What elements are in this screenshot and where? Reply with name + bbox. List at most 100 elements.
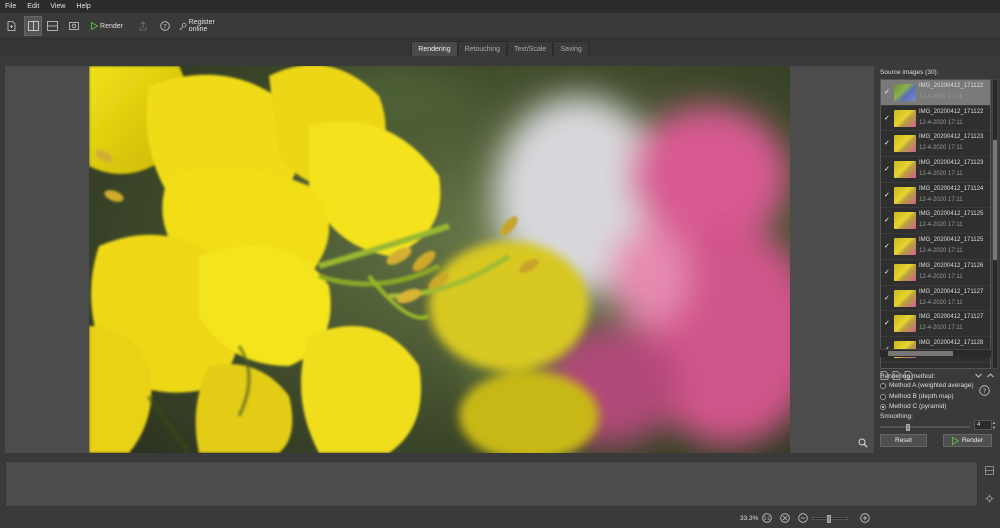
image-icon (69, 22, 79, 30)
register-online-button[interactable]: Register online (179, 16, 229, 36)
source-image-name: IMG_20200412_171126 (919, 262, 984, 269)
source-image-date: 12-4-2020 17:11 (919, 171, 963, 178)
smoothing-slider-handle[interactable] (905, 424, 910, 431)
smoothing-slider-track[interactable] (880, 426, 970, 428)
source-image-item[interactable]: ✓ IMG_20200412_171127 12-4-2020 17:11 (881, 311, 990, 337)
register-online-label: Register online (188, 19, 215, 33)
source-image-thumbnail (894, 289, 916, 307)
source-image-name: IMG_20200412_171127 (919, 314, 984, 321)
source-image-name: IMG_20200412_171124 (919, 185, 984, 192)
panel-settings-icon[interactable] (985, 494, 994, 503)
method-a-radio[interactable]: Method A (weighted average) (880, 381, 974, 390)
zoom-slider-handle[interactable] (827, 515, 832, 523)
stacked-view-button[interactable] (44, 16, 60, 36)
source-image-thumbnail (894, 84, 916, 101)
method-a-radio-circle[interactable] (880, 382, 886, 389)
source-image-date: 12-4-2020 17:11 (919, 248, 963, 255)
zoom-fit-icon[interactable] (780, 513, 790, 523)
source-image-checkbox[interactable]: ✓ (884, 320, 891, 327)
source-images-title: Source images (30): (880, 69, 939, 76)
source-image-checkbox[interactable]: ✓ (884, 243, 891, 250)
source-image-checkbox[interactable]: ✓ (884, 89, 891, 96)
source-list-horizontal-scrollbar[interactable] (880, 349, 991, 357)
panel-layout-icon[interactable] (985, 466, 994, 475)
method-c-radio-circle[interactable] (880, 403, 886, 410)
image-viewer[interactable] (5, 66, 874, 453)
reset-button[interactable]: Reset (880, 434, 927, 447)
source-image-checkbox[interactable]: ✓ (884, 217, 891, 224)
zoom-slider[interactable] (812, 515, 848, 523)
source-image-item[interactable]: ✓ IMG_20200412_171123 12-4-2020 17:11 (881, 157, 990, 183)
menu-file[interactable]: File (5, 3, 16, 10)
tab-retouching[interactable]: Retouching (457, 41, 508, 56)
smoothing-label: Smoothing: (880, 413, 913, 420)
smoothing-slider[interactable] (880, 424, 970, 431)
tab-saving[interactable]: Saving (553, 41, 589, 56)
rendering-help-icon[interactable]: ? (979, 385, 990, 396)
menu-help[interactable]: Help (76, 3, 90, 10)
tab-rendering[interactable]: Rendering (411, 41, 458, 56)
svg-text:?: ? (163, 23, 166, 30)
svg-text:?: ? (983, 387, 986, 395)
method-b-radio-circle[interactable] (880, 393, 886, 400)
method-c-radio[interactable]: Method C (pyramid) (880, 402, 946, 411)
method-b-radio[interactable]: Method B (depth map) (880, 392, 954, 401)
source-image-date: 12-4-2020 17:11 (919, 325, 963, 332)
share-button[interactable] (136, 16, 150, 36)
source-image-name: IMG_20200412_171125 (919, 211, 984, 218)
help-circle-icon: ? (160, 21, 170, 31)
render-button[interactable]: Render (943, 434, 992, 447)
chevron-down-icon[interactable] (974, 371, 983, 380)
source-image-name: IMG_20200412_171122 (919, 108, 984, 115)
source-image-thumbnail (894, 315, 916, 333)
source-image-thumbnail (894, 263, 916, 281)
help-button[interactable]: ? (158, 16, 172, 36)
source-image-checkbox[interactable]: ✓ (884, 115, 891, 122)
method-b-label: Method B (depth map) (889, 393, 954, 400)
key-icon (179, 22, 187, 30)
smoothing-spin-arrows[interactable]: ▲ ▼ (992, 420, 997, 430)
source-list-vertical-scrollbar[interactable] (992, 79, 998, 369)
preview-image (89, 66, 790, 453)
render-play-icon (951, 436, 959, 445)
image-view-button[interactable] (67, 16, 81, 36)
source-image-checkbox[interactable]: ✓ (884, 295, 891, 302)
source-image-thumbnail (894, 135, 916, 153)
zoom-magnifier-icon[interactable] (858, 438, 868, 448)
side-by-side-view-button[interactable] (24, 16, 42, 36)
source-image-item[interactable]: ✓ IMG_20200412_171125 12-4-2020 17:11 (881, 208, 990, 235)
menu-edit[interactable]: Edit (27, 3, 39, 10)
zoom-out-icon[interactable] (798, 513, 808, 523)
source-image-thumbnail (894, 161, 916, 179)
zoom-actual-size-icon[interactable]: 1:1 (762, 513, 772, 523)
source-images-list[interactable]: ✓ IMG_20200412_171122 12-4-2020 17:11 ✓ IMG_… (880, 79, 991, 369)
rendering-method-title: Rendering method: (880, 373, 936, 380)
source-image-checkbox[interactable]: ✓ (884, 166, 891, 173)
source-image-name: IMG_20200412_171123 (919, 134, 984, 141)
reset-label: Reset (895, 437, 912, 444)
retouch-strip-panel[interactable] (5, 461, 978, 507)
source-image-name: IMG_20200412_171127 (919, 288, 984, 295)
source-image-item[interactable]: ✓ IMG_20200412_171125 12-4-2020 17:11 (881, 234, 990, 260)
source-image-item[interactable]: ✓ IMG_20200412_171126 12-4-2020 17:11 (881, 260, 990, 286)
play-icon (91, 22, 99, 30)
source-image-checkbox[interactable]: ✓ (884, 192, 891, 199)
source-image-date: 12-4-2020 17:11 (919, 273, 963, 280)
source-image-item[interactable]: ✓ IMG_20200412_171123 12-4-2020 17:11 (881, 131, 990, 158)
toolbar-render-button[interactable]: Render (91, 16, 123, 36)
menu-view[interactable]: View (50, 3, 65, 10)
source-image-item[interactable]: ✓ IMG_20200412_171127 12-4-2020 17:11 (881, 286, 990, 312)
source-image-item[interactable]: ✓ IMG_20200412_171122 12-4-2020 17:11 (881, 106, 990, 132)
tab-text-scale[interactable]: Text/Scale (507, 41, 554, 56)
source-list-hscroll-thumb[interactable] (888, 351, 953, 356)
source-image-checkbox[interactable]: ✓ (884, 140, 891, 147)
source-image-checkbox[interactable]: ✓ (884, 269, 891, 276)
source-list-vscroll-thumb[interactable] (993, 140, 997, 260)
zoom-in-icon[interactable] (860, 513, 870, 523)
smoothing-spinbox[interactable]: 4 (974, 420, 992, 430)
chevron-up-icon[interactable] (986, 371, 995, 380)
source-image-item[interactable]: ✓ IMG_20200412_171124 12-4-2020 17:11 (881, 183, 990, 209)
source-image-item[interactable]: ✓ IMG_20200412_171122 12-4-2020 17:11 (881, 80, 990, 106)
new-project-button[interactable] (4, 16, 18, 36)
source-image-date: 12-4-2020 17:11 (919, 196, 963, 203)
